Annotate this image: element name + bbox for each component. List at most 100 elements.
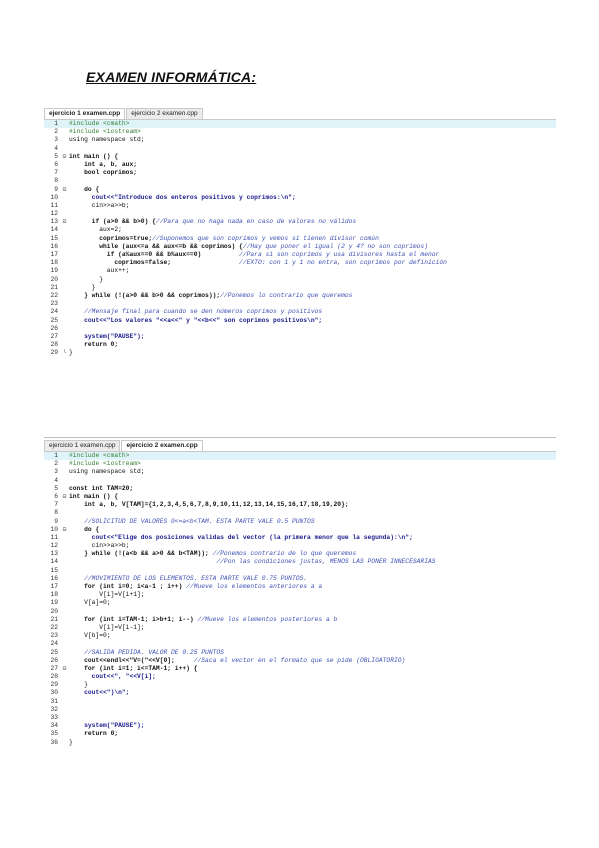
line-number: 30 xyxy=(50,689,58,697)
fold-gutter xyxy=(60,333,69,341)
code-text: aux++; xyxy=(69,267,130,275)
code-area[interactable]: 1 #include <cmath> 2 #include <iostream> 3 us… xyxy=(44,452,556,747)
code-line: 15 xyxy=(44,567,556,575)
code-text: for (int i=1; i<=TAM-1; i++) { xyxy=(69,664,198,672)
code-line: 21 for (int i=TAM-1; i>b+1; i--) //Mueve… xyxy=(44,616,556,624)
fold-toggle-icon[interactable]: ⊟ xyxy=(60,526,69,534)
line-number: 20 xyxy=(50,607,58,615)
fold-gutter xyxy=(60,624,69,632)
line-number: 7 xyxy=(54,501,58,509)
code-line: 19 aux++; xyxy=(44,267,556,275)
line-number: 28 xyxy=(50,673,58,681)
code-line: 16 while (aux<=a && aux<=b && coprimos) … xyxy=(44,243,556,251)
code-text: } xyxy=(69,283,96,291)
code-line: 10 cout<<"Introduce dos enteros positivo… xyxy=(44,194,556,202)
tab-ejercicio-1[interactable]: ejercicio 1 examen.cpp xyxy=(44,440,121,451)
fold-gutter xyxy=(60,591,69,599)
fold-gutter xyxy=(60,681,69,689)
code-text: if (a%aux==0 && b%aux==0) //Para si son … xyxy=(69,251,440,258)
tab-ejercicio-2[interactable]: ejercicio 2 examen.cpp xyxy=(121,440,203,451)
fold-gutter xyxy=(60,120,69,128)
code-line: 5 ⊟ int main () { xyxy=(44,153,556,161)
code-text: //SALIDA PEDIDA. VALOR DE 0.25 PUNTOS xyxy=(69,648,224,656)
code-line: 7 int a, b, V[TAM]={1,2,3,4,5,6,7,8,9,10… xyxy=(44,501,556,509)
fold-gutter xyxy=(60,706,69,714)
fold-gutter xyxy=(60,460,69,468)
code-text: do { xyxy=(69,525,100,533)
code-text: const int TAM=20; xyxy=(69,484,134,492)
page-title: EXAMEN INFORMÁTICA: xyxy=(86,69,257,85)
fold-toggle-icon[interactable]: ⊟ xyxy=(60,186,69,194)
code-area[interactable]: 1 #include <cmath> 2 #include <iostream> 3 us… xyxy=(44,120,556,357)
code-text: cout<<"Introduce dos enteros positivos y… xyxy=(69,193,296,201)
line-number: 7 xyxy=(54,169,58,177)
code-line: 3 using namespace std; xyxy=(44,136,556,144)
code-line: 14 //Pon las condiciones justas, MENOS L… xyxy=(44,558,556,566)
code-line: 22 V[i]=V[i-1]; xyxy=(44,624,556,632)
fold-toggle-icon[interactable]: ⊟ xyxy=(60,153,69,161)
fold-toggle-icon[interactable]: └ xyxy=(60,349,69,357)
code-text: cin>>a>>b; xyxy=(69,542,130,550)
line-number: 9 xyxy=(54,517,58,525)
code-text: //Pon las condiciones justas, MENOS LAS … xyxy=(69,558,436,566)
code-text: #include <iostream> xyxy=(69,128,141,136)
code-line: 20 } xyxy=(44,276,556,284)
code-line: 1 #include <cmath> xyxy=(44,120,556,129)
code-text: } xyxy=(69,738,73,746)
fold-gutter xyxy=(60,509,69,517)
line-number: 10 xyxy=(50,525,58,533)
line-number: 14 xyxy=(50,226,58,234)
code-text: int main () { xyxy=(69,152,119,160)
line-number: 6 xyxy=(54,492,58,500)
fold-gutter xyxy=(60,202,69,210)
fold-toggle-icon[interactable]: ⊟ xyxy=(60,218,69,226)
code-line: 33 xyxy=(44,714,556,722)
line-number: 8 xyxy=(54,177,58,185)
line-number: 16 xyxy=(50,574,58,582)
fold-toggle-icon[interactable]: ⊟ xyxy=(60,493,69,501)
fold-gutter xyxy=(60,567,69,575)
fold-gutter xyxy=(60,485,69,493)
fold-toggle-icon[interactable]: ⊟ xyxy=(60,665,69,673)
fold-gutter xyxy=(60,468,69,476)
code-text: do { xyxy=(69,185,100,193)
line-number: 19 xyxy=(50,267,58,275)
code-text: } xyxy=(69,275,104,283)
fold-gutter xyxy=(60,616,69,624)
fold-gutter xyxy=(60,452,69,460)
fold-gutter xyxy=(60,259,69,267)
code-line: 6 int a, b, aux; xyxy=(44,161,556,169)
code-text: for (int i=TAM-1; i>b+1; i--) //Mueve lo… xyxy=(69,615,338,623)
line-number: 26 xyxy=(50,656,58,664)
fold-gutter xyxy=(60,300,69,308)
code-line: 28 cout<<", "<<V[i]; xyxy=(44,673,556,681)
code-text: V[i]=V[i+1]; xyxy=(69,591,145,599)
fold-gutter xyxy=(60,714,69,722)
code-line: 13 ⊟ if (a>0 && b>0) {//Para que no haga … xyxy=(44,218,556,226)
code-text: //MOVIMIENTO DE LOS ELEMENTOS. ESTA PART… xyxy=(69,574,308,582)
code-text: cout<<"Los valores "<<a<<" y "<<b<<" son… xyxy=(69,316,323,324)
line-number: 4 xyxy=(54,144,58,152)
code-line: 23 xyxy=(44,300,556,308)
fold-gutter xyxy=(60,226,69,234)
line-number: 18 xyxy=(50,591,58,599)
code-text: #include <cmath> xyxy=(69,120,130,127)
tab-ejercicio-2[interactable]: ejercicio 2 examen.cpp xyxy=(126,108,203,119)
code-line: 2 #include <iostream> xyxy=(44,460,556,468)
line-number: 24 xyxy=(50,640,58,648)
code-line: 24 xyxy=(44,640,556,648)
tab-ejercicio-1[interactable]: ejercicio 1 examen.cpp xyxy=(44,108,126,119)
line-number: 15 xyxy=(50,566,58,574)
code-line: 27 ⊟ for (int i=1; i<=TAM-1; i++) { xyxy=(44,665,556,673)
fold-gutter xyxy=(60,558,69,566)
code-line: 17 for (int i=0; i<a-1 ; i++) //Mueve lo… xyxy=(44,583,556,591)
code-line: 20 xyxy=(44,608,556,616)
line-number: 14 xyxy=(50,558,58,566)
